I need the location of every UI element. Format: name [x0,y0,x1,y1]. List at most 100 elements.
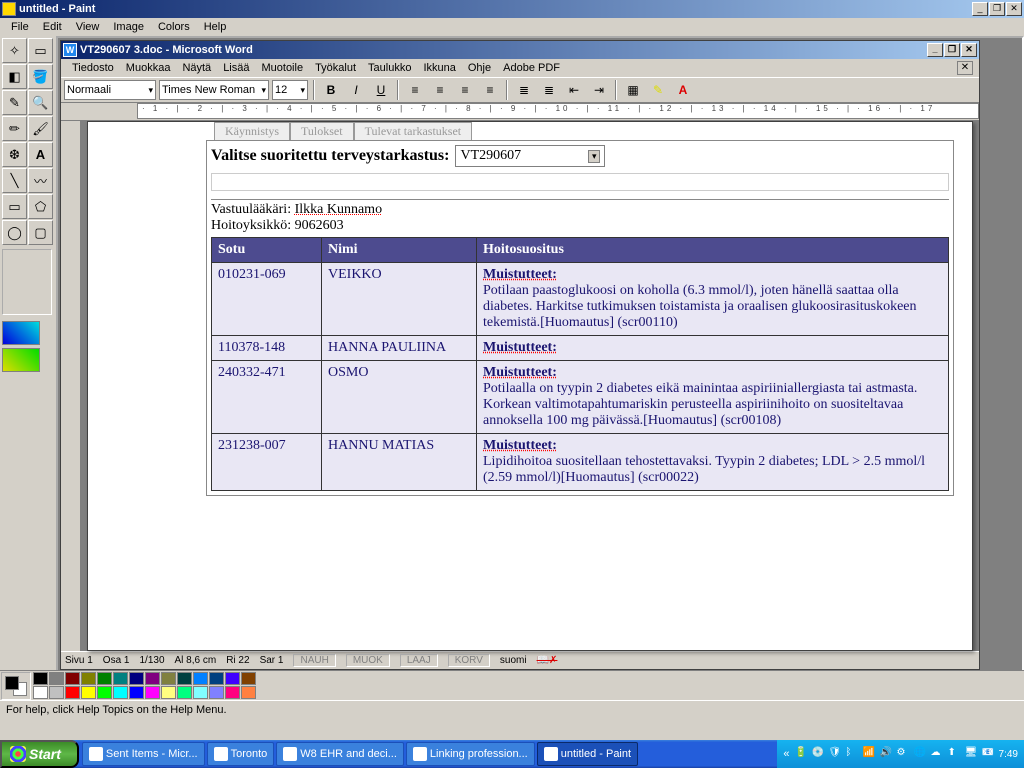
increase-indent-button[interactable]: ⇥ [588,79,610,101]
word-menu-adobe[interactable]: Adobe PDF [498,62,565,74]
palette-color[interactable] [177,686,192,699]
palette-color[interactable] [65,672,80,685]
align-left-button[interactable]: ≡ [404,79,426,101]
menu-image[interactable]: Image [106,21,151,33]
vertical-ruler[interactable] [61,121,81,651]
taskbar-item[interactable]: untitled - Paint [537,742,638,766]
word-ruler[interactable]: · 1 · | · 2 · | · 3 · | · 4 · | · 5 · | … [61,103,979,121]
menu-file[interactable]: File [4,21,36,33]
tray-icon[interactable]: 🌐 [914,747,928,761]
palette-color[interactable] [97,686,112,699]
align-justify-button[interactable]: ≡ [479,79,501,101]
palette-color[interactable] [145,686,160,699]
borders-button[interactable]: ▦ [622,79,644,101]
close-button[interactable]: ✕ [1006,2,1022,16]
exam-select[interactable]: VT290607 [455,145,605,167]
tray-icon[interactable]: 🛡 [829,747,843,761]
bulleted-list-button[interactable]: ≣ [538,79,560,101]
word-restore-button[interactable]: ❐ [944,43,960,57]
palette-color[interactable] [65,686,80,699]
align-right-button[interactable]: ≡ [454,79,476,101]
palette-color[interactable] [129,686,144,699]
word-doc-close-button[interactable]: ✕ [957,61,973,75]
menu-help[interactable]: Help [197,21,234,33]
tray-icon[interactable]: ⬆ [948,747,962,761]
tray-icon[interactable]: 🔋 [795,747,809,761]
font-color-button[interactable]: A [672,79,694,101]
document-page[interactable]: Käynnistys Tulokset Tulevat tarkastukset… [87,121,973,651]
system-tray[interactable]: « 🔋 💿 🛡 ᛒ 📶 🔊 ⚙ 🌐 ☁ ⬆ 🖥 📧 7:49 [777,740,1024,768]
palette-color[interactable] [193,672,208,685]
tray-icon[interactable]: ᛒ [846,747,860,761]
spellcheck-icon[interactable]: 📖✗ [537,655,558,666]
current-colors[interactable] [1,672,31,700]
start-button[interactable]: Start [0,740,79,768]
tool-freeform-select[interactable]: ✧ [2,38,27,63]
palette-color[interactable] [241,672,256,685]
align-center-button[interactable]: ≡ [429,79,451,101]
tool-line[interactable]: ╲ [2,168,27,193]
word-menu-window[interactable]: Ikkuna [418,62,460,74]
palette-color[interactable] [177,672,192,685]
tray-expand-icon[interactable]: « [783,748,789,760]
palette-color[interactable] [225,686,240,699]
decrease-indent-button[interactable]: ⇤ [563,79,585,101]
font-select[interactable]: Times New Roman [159,80,269,100]
palette-color[interactable] [209,672,224,685]
palette-color[interactable] [145,672,160,685]
word-menu-view[interactable]: Näytä [177,62,216,74]
taskbar-item[interactable]: Toronto [207,742,275,766]
palette-color[interactable] [161,686,176,699]
tray-icon[interactable]: 💿 [812,747,826,761]
taskbar-item[interactable]: Sent Items - Micr... [82,742,205,766]
palette-color[interactable] [113,686,128,699]
tray-icon[interactable]: 📧 [982,747,996,761]
word-minimize-button[interactable]: _ [927,43,943,57]
palette-color[interactable] [113,672,128,685]
taskbar-item[interactable]: Linking profession... [406,742,535,766]
word-menu-help[interactable]: Ohje [463,62,496,74]
palette-color[interactable] [33,686,48,699]
palette-color[interactable] [81,686,96,699]
layer-button-1[interactable] [2,321,40,345]
tray-icon[interactable]: ⚙ [897,747,911,761]
highlight-button[interactable]: ✎ [647,79,669,101]
italic-button[interactable]: I [345,79,367,101]
tool-airbrush[interactable]: ❆ [2,142,27,167]
palette-color[interactable] [97,672,112,685]
numbered-list-button[interactable]: ≣ [513,79,535,101]
bold-button[interactable]: B [320,79,342,101]
palette-color[interactable] [129,672,144,685]
font-size-select[interactable]: 12 [272,80,308,100]
tool-eraser[interactable]: ◧ [2,64,27,89]
tool-ellipse[interactable]: ◯ [2,220,27,245]
maximize-button[interactable]: ❐ [989,2,1005,16]
tray-clock[interactable]: 7:49 [999,749,1018,760]
tool-pencil[interactable]: ✏ [2,116,27,141]
tool-rounded-rect[interactable]: ▢ [28,220,53,245]
tool-curve[interactable]: 〰 [28,168,53,193]
tray-icon[interactable]: 📶 [863,747,877,761]
tool-rectangle[interactable]: ▭ [2,194,27,219]
palette-color[interactable] [49,672,64,685]
menu-edit[interactable]: Edit [36,21,69,33]
word-close-button[interactable]: ✕ [961,43,977,57]
tool-magnifier[interactable]: 🔍 [28,90,53,115]
tray-icon[interactable]: 🖥 [965,747,979,761]
tray-icon[interactable]: 🔊 [880,747,894,761]
word-menu-table[interactable]: Taulukko [363,62,416,74]
tool-polygon[interactable]: ⬠ [28,194,53,219]
tool-brush[interactable]: 🖌 [28,116,53,141]
style-select[interactable]: Normaali [64,80,156,100]
palette-color[interactable] [33,672,48,685]
taskbar-item[interactable]: W8 EHR and deci... [276,742,404,766]
palette-color[interactable] [193,686,208,699]
tool-eyedropper[interactable]: ✎ [2,90,27,115]
tool-text[interactable]: A [28,142,53,167]
tray-icon[interactable]: ☁ [931,747,945,761]
palette-color[interactable] [209,686,224,699]
word-menu-edit[interactable]: Muokkaa [121,62,176,74]
palette-color[interactable] [241,686,256,699]
palette-color[interactable] [81,672,96,685]
minimize-button[interactable]: _ [972,2,988,16]
